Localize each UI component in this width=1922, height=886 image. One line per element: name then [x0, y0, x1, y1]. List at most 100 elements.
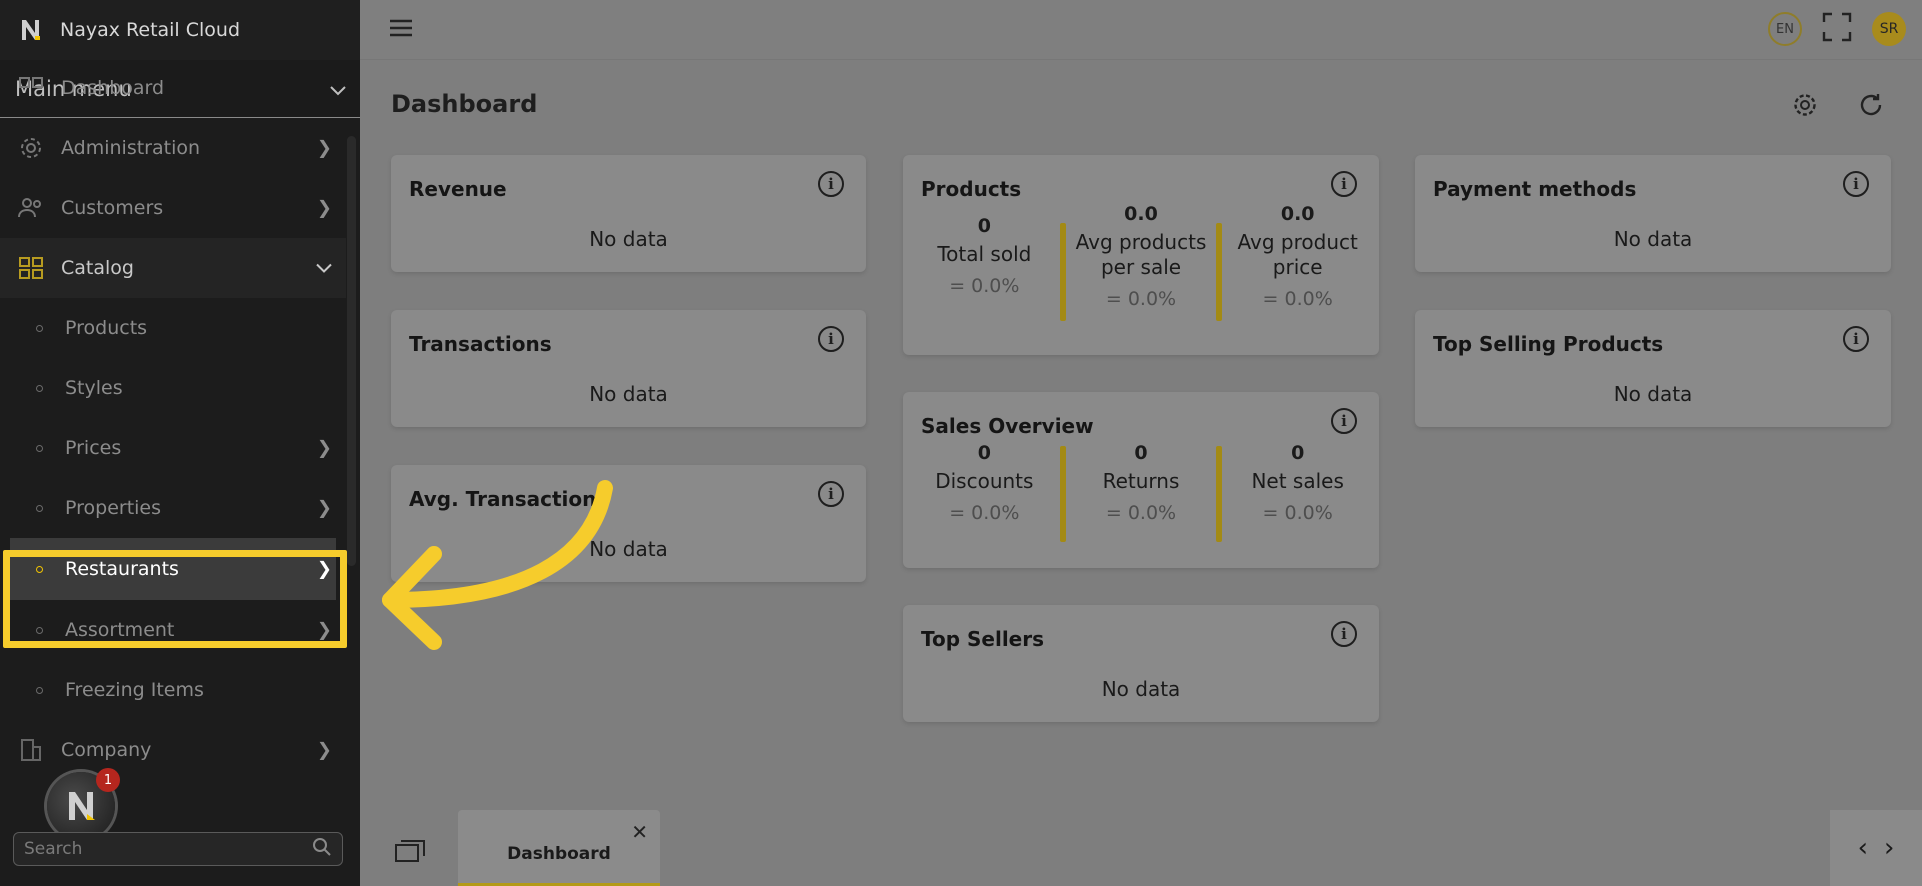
- stat-label: Avg products per sale: [1075, 230, 1207, 279]
- hamburger-menu-icon[interactable]: [389, 18, 413, 42]
- info-icon[interactable]: i: [1331, 408, 1357, 434]
- top-sellers-card: Top Sellers i No data: [903, 605, 1379, 722]
- nayax-logo-icon: [20, 18, 42, 42]
- chevron-right-icon: ❯: [316, 497, 332, 519]
- sidebar-item-freezing-items[interactable]: Freezing Items: [0, 660, 346, 720]
- search-input[interactable]: [24, 839, 312, 859]
- stat-value: 0.0: [1124, 203, 1158, 225]
- sidebar-item-label: Catalog: [61, 257, 134, 279]
- stat-returns: 0 Returns = 0.0%: [1070, 442, 1213, 542]
- sidebar-item-label: Administration: [61, 137, 201, 159]
- sidebar-item-catalog[interactable]: Catalog: [0, 238, 346, 298]
- sidebar-item-label: Products: [65, 317, 148, 339]
- chevron-right-icon: ❯: [316, 197, 332, 219]
- empty-state: No data: [589, 227, 668, 251]
- stat-value: 0: [1291, 442, 1305, 464]
- bottom-tab-bar: ✕ Dashboard ‹ ›: [360, 808, 1922, 886]
- grid-icon: [18, 255, 44, 281]
- sidebar-item-label: Dashboard: [61, 77, 165, 99]
- language-button[interactable]: EN: [1768, 12, 1802, 46]
- divider: [1059, 446, 1066, 542]
- brand-header[interactable]: Nayax Retail Cloud: [0, 0, 360, 60]
- divider: [1059, 223, 1066, 321]
- top-bar: EN SR: [360, 0, 1922, 60]
- user-avatar[interactable]: SR: [1872, 12, 1906, 46]
- sidebar-scrollbar[interactable]: [347, 136, 356, 566]
- sidebar-item-company[interactable]: Company ❯: [0, 720, 346, 780]
- stat-label: Net sales: [1251, 469, 1344, 493]
- info-icon[interactable]: i: [1843, 171, 1869, 197]
- card-title: Revenue: [409, 177, 507, 201]
- stat-total-sold: 0 Total sold = 0.0%: [913, 203, 1056, 321]
- stat-value: 0: [977, 215, 991, 237]
- chevron-right-icon[interactable]: ›: [1884, 833, 1894, 863]
- info-icon[interactable]: i: [818, 171, 844, 197]
- info-icon[interactable]: i: [818, 326, 844, 352]
- sidebar: Nayax Retail Cloud Main menu Dashboard A…: [0, 0, 360, 886]
- stat-value: 0.0: [1280, 203, 1315, 225]
- info-icon[interactable]: i: [1843, 326, 1869, 352]
- bullet-icon: [36, 444, 43, 452]
- stat-change: = 0.0%: [949, 275, 1020, 297]
- empty-state: No data: [1613, 382, 1693, 406]
- search-icon[interactable]: [312, 837, 332, 862]
- info-icon[interactable]: i: [1331, 171, 1357, 197]
- info-icon[interactable]: i: [1331, 621, 1357, 647]
- close-icon[interactable]: ✕: [631, 820, 648, 844]
- bullet-icon: [36, 324, 43, 332]
- stat-avg-product-price: 0.0 Avg product price = 0.0%: [1226, 203, 1369, 321]
- products-card: Products i 0 Total sold = 0.0% 0.0 Avg p…: [903, 155, 1379, 355]
- stat-value: 0: [977, 442, 991, 464]
- stat-label: Total sold: [937, 242, 1032, 266]
- stats-row: 0 Discounts = 0.0% 0 Returns = 0.0% 0 Ne…: [913, 442, 1369, 542]
- chevron-right-icon: ❯: [316, 437, 332, 459]
- stat-change: = 0.0%: [1262, 288, 1333, 310]
- empty-state: No data: [1613, 227, 1693, 251]
- sidebar-item-properties[interactable]: Properties ❯: [0, 478, 346, 538]
- sidebar-item-administration[interactable]: Administration ❯: [0, 118, 346, 178]
- bullet-icon: [36, 686, 43, 694]
- card-title: Top Sellers: [921, 627, 1045, 651]
- settings-icon[interactable]: [1792, 92, 1818, 122]
- stat-label: Returns: [1102, 469, 1180, 493]
- sidebar-item-prices[interactable]: Prices ❯: [0, 418, 346, 478]
- stat-change: = 0.0%: [949, 502, 1020, 524]
- stat-label: Discounts: [935, 469, 1034, 493]
- stat-discounts: 0 Discounts = 0.0%: [913, 442, 1056, 542]
- sidebar-item-products[interactable]: Products: [0, 298, 346, 358]
- sidebar-item-label: Properties: [65, 497, 162, 519]
- sidebar-search[interactable]: [13, 832, 343, 866]
- sidebar-item-dashboard[interactable]: Dashboard: [0, 58, 346, 118]
- divider: [1216, 446, 1223, 542]
- revenue-card: Revenue i No data: [391, 155, 866, 272]
- windows-icon[interactable]: [395, 840, 425, 866]
- refresh-icon[interactable]: [1858, 92, 1884, 122]
- card-title: Sales Overview: [921, 414, 1094, 438]
- card-title: Payment methods: [1433, 177, 1637, 201]
- dashboard-content: Dashboard Revenue i No data Transactions…: [360, 60, 1922, 820]
- chevron-left-icon[interactable]: ‹: [1858, 833, 1868, 863]
- chevron-down-icon: [316, 258, 332, 279]
- sidebar-item-customers[interactable]: Customers ❯: [0, 178, 346, 238]
- gear-icon: [18, 135, 44, 161]
- fullscreen-icon[interactable]: [1822, 12, 1852, 46]
- card-title: Top Selling Products: [1433, 332, 1664, 356]
- dashboard-icon: [18, 75, 44, 101]
- tab-dashboard[interactable]: ✕ Dashboard: [458, 810, 660, 886]
- stats-row: 0 Total sold = 0.0% 0.0 Avg products per…: [913, 203, 1369, 321]
- stat-label: Avg product price: [1237, 230, 1358, 279]
- top-selling-products-card: Top Selling Products i No data: [1415, 310, 1891, 427]
- sidebar-item-styles[interactable]: Styles: [0, 358, 346, 418]
- stat-value: 0: [1134, 442, 1148, 464]
- info-icon[interactable]: i: [818, 481, 844, 507]
- sidebar-item-label: Styles: [65, 377, 123, 399]
- stat-avg-products-per-sale: 0.0 Avg products per sale = 0.0%: [1070, 203, 1213, 321]
- payment-methods-card: Payment methods i No data: [1415, 155, 1891, 272]
- stat-net-sales: 0 Net sales = 0.0%: [1226, 442, 1369, 542]
- users-icon: [18, 195, 44, 221]
- tutorial-arrow-icon: [382, 480, 613, 650]
- sidebar-item-label: Freezing Items: [65, 679, 204, 701]
- empty-state: No data: [1101, 677, 1181, 701]
- empty-state: No data: [589, 382, 668, 406]
- sales-overview-card: Sales Overview i 0 Discounts = 0.0% 0 Re…: [903, 392, 1379, 568]
